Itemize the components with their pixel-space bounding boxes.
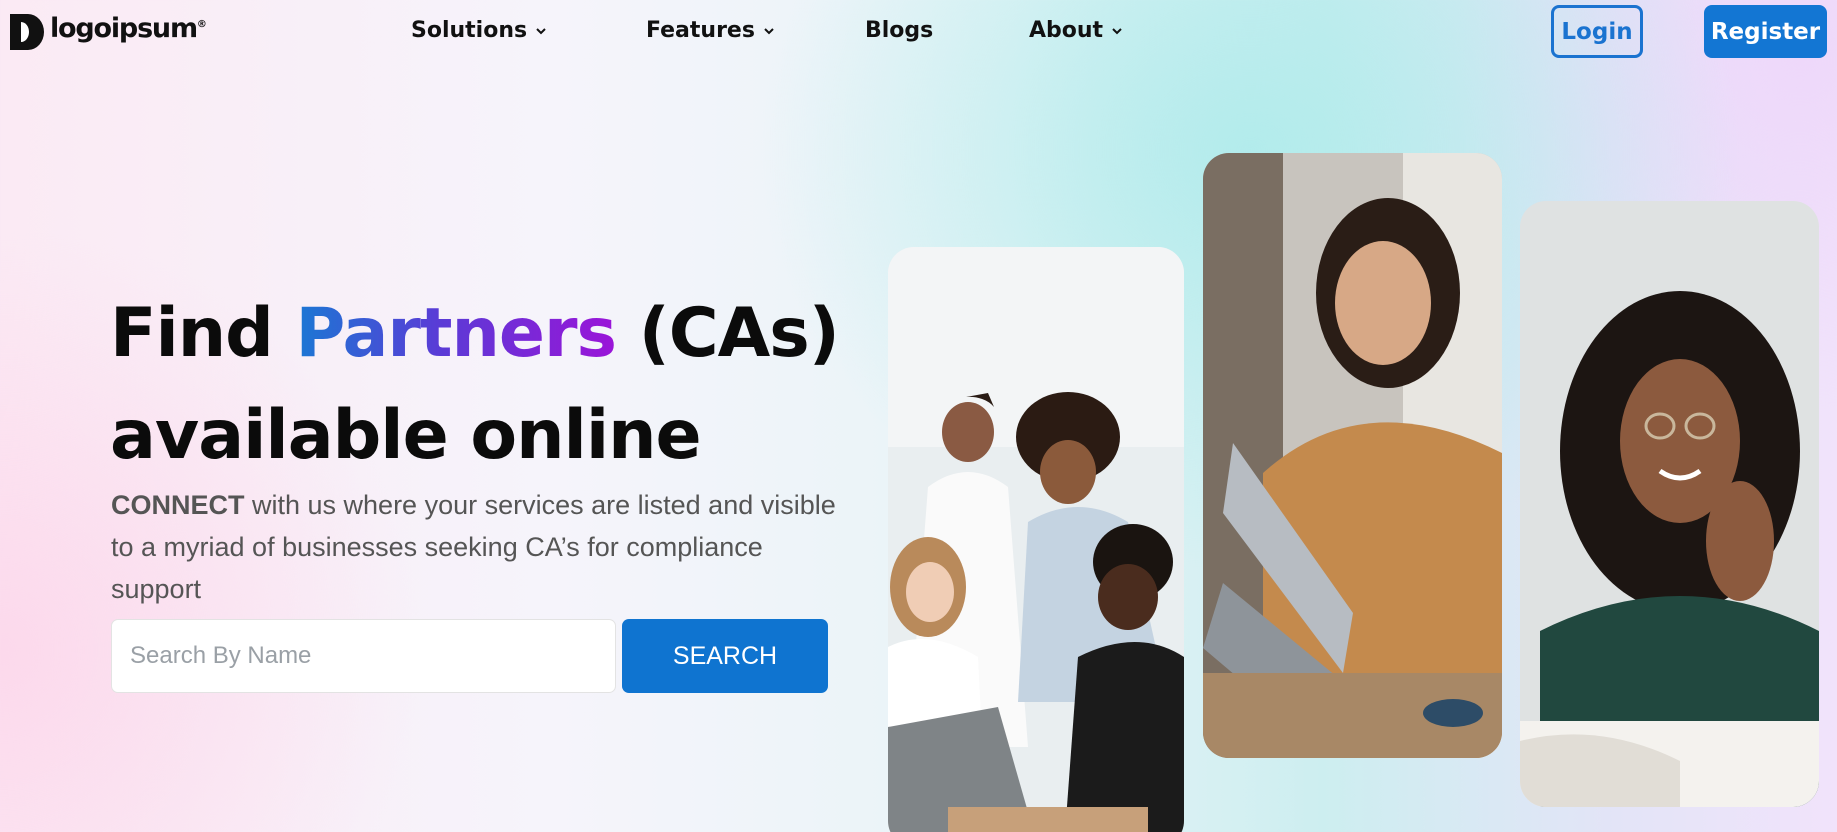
hero-title-part2: (CAs) xyxy=(616,294,840,373)
hero-desc-strong: CONNECT xyxy=(111,490,245,520)
nav-features[interactable]: Features xyxy=(646,18,775,43)
search-input[interactable] xyxy=(111,619,616,693)
top-nav: logoipsum® Solutions Features Blogs Abou… xyxy=(0,0,1837,68)
chevron-down-icon xyxy=(764,27,774,34)
chevron-down-icon xyxy=(1112,27,1122,34)
search-button[interactable]: SEARCH xyxy=(622,619,828,693)
smiling-woman-photo xyxy=(1520,201,1819,807)
woman-laptop-photo xyxy=(1203,153,1502,758)
hero-description: CONNECT with us where your services are … xyxy=(111,484,841,610)
hero-title: Find Partners (CAs) available online xyxy=(110,283,840,487)
register-button[interactable]: Register xyxy=(1704,5,1827,58)
nav-features-label: Features xyxy=(646,18,755,43)
logo-mark-icon xyxy=(10,14,44,50)
nav-blogs-label: Blogs xyxy=(865,18,934,43)
nav-about-label: About xyxy=(1029,18,1104,43)
logo[interactable]: logoipsum® xyxy=(8,10,207,54)
hero-title-highlight: Partners xyxy=(295,294,617,373)
hero-title-line2: available online xyxy=(110,396,702,475)
chevron-down-icon xyxy=(536,27,546,34)
nav-blogs[interactable]: Blogs xyxy=(865,18,933,43)
team-meeting-photo xyxy=(888,247,1184,832)
logo-text: logoipsum® xyxy=(50,12,207,44)
nav-solutions[interactable]: Solutions xyxy=(411,18,547,43)
login-button[interactable]: Login xyxy=(1551,5,1643,58)
hero-title-part1: Find xyxy=(110,294,296,373)
nav-solutions-label: Solutions xyxy=(411,18,528,43)
nav-about[interactable]: About xyxy=(1029,18,1123,43)
